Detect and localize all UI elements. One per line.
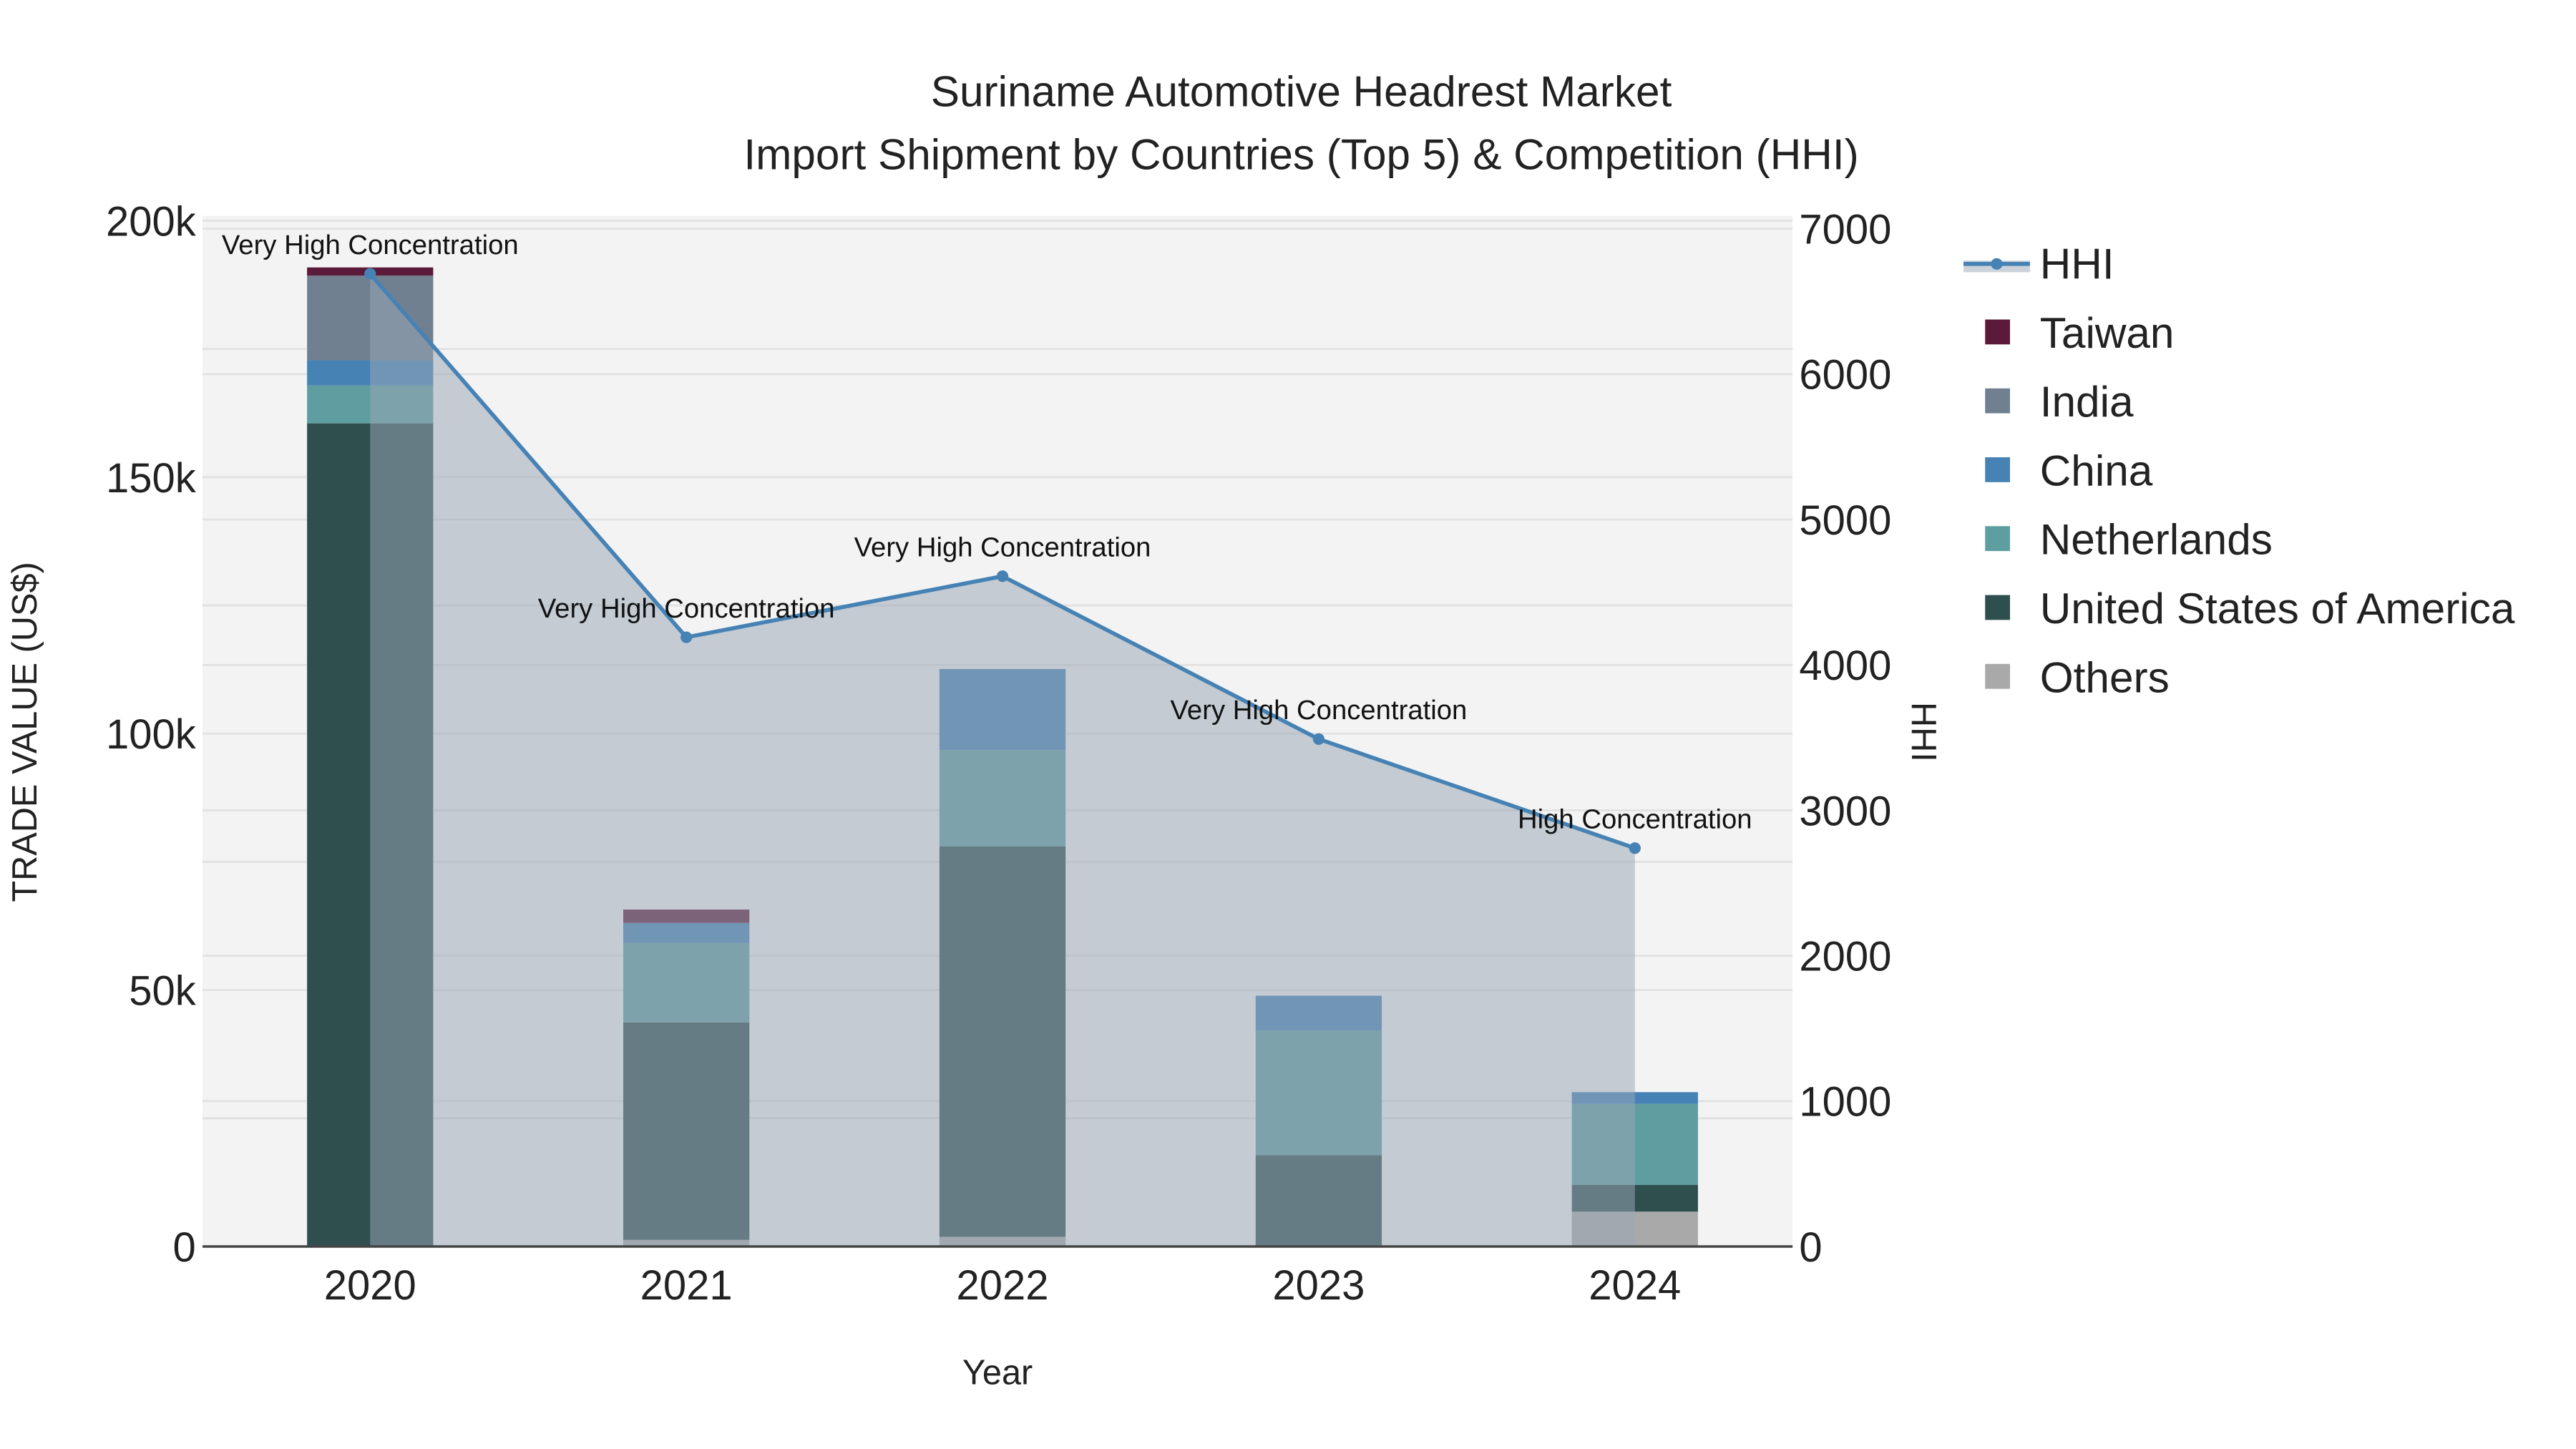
hhi-point-2020: [364, 268, 376, 280]
legend-swatch: [1985, 595, 2011, 620]
hhi-point-2023: [1312, 733, 1325, 745]
y2-tick-label: 7000: [1799, 208, 1891, 253]
y-tick-label: 100k: [106, 712, 197, 758]
y-tick-label: 200k: [106, 199, 197, 245]
y2-tick-label: 5000: [1799, 498, 1891, 544]
y-tick-label: 150k: [106, 456, 197, 502]
legend-label: China: [2040, 446, 2153, 494]
y2-tick-label: 1000: [1799, 1080, 1891, 1126]
legend-label: United States of America: [2040, 584, 2515, 633]
hhi-point-2021: [680, 631, 693, 643]
y2-tick-label: 2000: [1799, 934, 1891, 980]
hhi-annotation-2023: Very High Concentration: [1171, 695, 1468, 726]
legend-swatch: [1985, 526, 2011, 552]
x-tick-label: 2020: [324, 1263, 416, 1309]
legend-swatch: [1985, 319, 2011, 345]
y2-tick-label: 0: [1799, 1225, 1822, 1271]
legend-swatch: [1985, 457, 2011, 482]
hhi-point-2024: [1629, 842, 1641, 854]
hhi-annotation-2020: Very High Concentration: [222, 230, 519, 260]
legend-swatch: [1985, 663, 2011, 689]
x-axis-label: Year: [962, 1354, 1033, 1392]
hhi-annotation-2022: Very High Concentration: [854, 532, 1151, 562]
legend-label: Others: [2040, 653, 2170, 701]
y2-axis-label: HHI: [1904, 702, 1943, 762]
hhi-annotation-2024: High Concentration: [1518, 804, 1752, 834]
y-tick-label: 50k: [129, 969, 196, 1015]
y2-tick-label: 4000: [1799, 643, 1891, 689]
y2-tick-label: 6000: [1799, 353, 1891, 399]
x-tick-label: 2024: [1589, 1263, 1681, 1309]
legend-item-united-states-of-america[interactable]: United States of America: [1985, 584, 2515, 633]
chart-subtitle: Import Shipment by Countries (Top 5) & C…: [743, 130, 1858, 179]
y-axis-label: TRADE VALUE (US$): [6, 562, 44, 902]
legend-label: HHI: [2040, 240, 2114, 288]
x-tick-label: 2023: [1272, 1263, 1365, 1309]
legend-label: India: [2040, 377, 2134, 426]
legend-marker: [1991, 258, 2003, 270]
y2-tick-label: 3000: [1799, 789, 1891, 834]
y-tick-label: 0: [172, 1225, 195, 1271]
hhi-point-2022: [996, 570, 1009, 582]
legend-label: Netherlands: [2040, 515, 2273, 564]
chart: Very High Concentration Very High Concent…: [0, 0, 2576, 1449]
legend-label: Taiwan: [2040, 308, 2175, 357]
x-tick-label: 2021: [640, 1263, 733, 1309]
legend-swatch: [1985, 388, 2011, 414]
hhi-annotation-2021: Very High Concentration: [538, 593, 835, 624]
x-tick-label: 2022: [957, 1263, 1049, 1309]
chart-title: Suriname Automotive Headrest Market: [931, 67, 1672, 115]
